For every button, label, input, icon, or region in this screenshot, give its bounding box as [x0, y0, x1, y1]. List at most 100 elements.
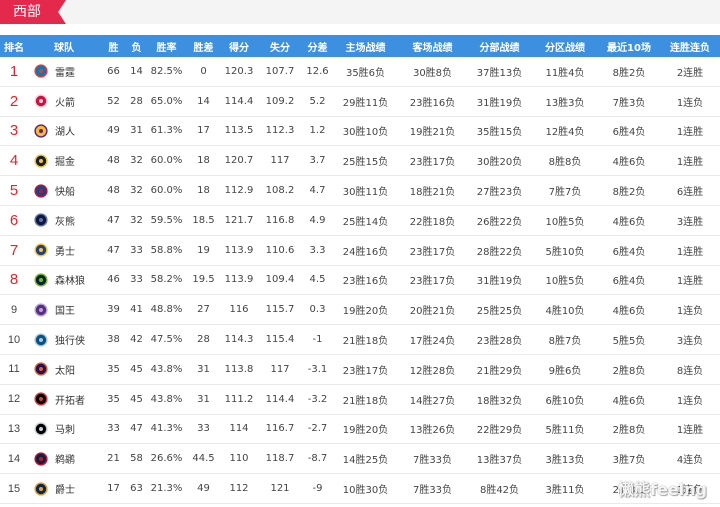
team-cell[interactable]: 勇士: [28, 243, 100, 258]
team-cell[interactable]: 森林狼: [28, 272, 100, 287]
team-name[interactable]: 掘金: [55, 153, 75, 168]
wins-value: 52: [107, 95, 120, 107]
fenqu-record-value: 5胜10负: [545, 246, 585, 258]
games-behind-value: 19: [197, 244, 210, 256]
away-record-value: 13胜26负: [409, 425, 456, 437]
fenqu-record-value: 8胜8负: [548, 157, 582, 169]
team-name[interactable]: 爵士: [55, 481, 75, 496]
team-name[interactable]: 火箭: [55, 94, 75, 109]
losses-value: 28: [130, 95, 143, 107]
games-behind-value: 17: [197, 125, 210, 137]
team-cell[interactable]: 独行侠: [28, 332, 100, 347]
win-pct-value: 82.5%: [150, 65, 183, 77]
team-cell[interactable]: 开拓者: [28, 392, 100, 407]
streak-value: 1连负: [676, 306, 704, 318]
timberwolves-logo-icon: [34, 273, 48, 287]
last-10-value: 5胜5负: [612, 336, 646, 348]
team-name[interactable]: 太阳: [55, 362, 75, 377]
team-cell[interactable]: 掘金: [28, 153, 100, 168]
wins-value: 48: [107, 185, 120, 197]
fenbu-record-value: 13胜37负: [476, 455, 523, 467]
table-header-row: 排名 球队 胜负 胜率 胜差 得分 失分 分差 主场战绩 客场战绩 分部战绩 分区战绩 最近10场 连胜连…: [0, 35, 720, 57]
fenqu-record-value: 9胜6负: [548, 365, 582, 377]
team-cell[interactable]: 马刺: [28, 421, 100, 436]
home-record-value: 24胜16负: [342, 246, 389, 258]
team-name[interactable]: 开拓者: [55, 392, 85, 407]
wins-value: 47: [107, 214, 120, 226]
column-header-away-record: 客场战绩: [412, 42, 453, 54]
points-for-value: 113.8: [224, 363, 254, 375]
wins-value: 47: [107, 244, 120, 256]
games-behind-value: 18: [197, 155, 210, 167]
team-name[interactable]: 马刺: [55, 421, 75, 436]
table-row: 15 爵士 17 63 21.3% 49 112 121 -9 10胜30负 7胜33负 8胜42负 3…: [0, 474, 720, 504]
home-record-value: 30胜11负: [342, 187, 389, 199]
away-record-value: 7胜33负: [412, 485, 453, 497]
rank-number: 8: [9, 271, 19, 289]
team-cell[interactable]: 快船: [28, 183, 100, 198]
clippers-logo-icon: [34, 183, 48, 198]
table-row: 7 勇士 47 33 58.8% 19 113.9 110.6 3.3 24胜16负 23胜17负 2…: [0, 235, 720, 266]
games-behind-value: 49: [197, 483, 210, 495]
away-record-value: 23胜16负: [409, 97, 456, 109]
team-cell[interactable]: 鹈鹕: [28, 451, 100, 466]
team-cell[interactable]: 灰熊: [28, 213, 100, 228]
team-name[interactable]: 独行侠: [55, 332, 85, 347]
kings-logo-icon: [34, 303, 48, 317]
point-diff-value: 3.7: [309, 155, 326, 167]
team-name[interactable]: 湖人: [55, 123, 75, 138]
wins-value: 39: [107, 304, 120, 316]
team-cell[interactable]: 国王: [28, 302, 100, 317]
points-for-value: 114.3: [224, 334, 254, 346]
tab-western-conference[interactable]: 西部: [0, 0, 66, 24]
fenqu-record-value: 7胜7负: [548, 187, 582, 199]
team-cell[interactable]: 爵士: [28, 481, 100, 496]
team-name[interactable]: 灰熊: [55, 213, 75, 228]
win-pct-value: 59.5%: [150, 214, 183, 226]
losses-value: 45: [130, 363, 143, 375]
streak-value: 1连负: [676, 395, 704, 407]
table-row: 11 太阳 35 45 43.8% 31 113.8 117 -3.1 23胜17负 12胜28负 2…: [0, 354, 720, 385]
point-diff-value: 0.3: [309, 304, 326, 316]
fenbu-record-value: 18胜32负: [476, 395, 523, 407]
losses-value: 32: [130, 185, 143, 197]
team-cell[interactable]: 火箭: [28, 94, 100, 109]
fenbu-record-value: 21胜29负: [476, 365, 523, 377]
team-cell[interactable]: 湖人: [28, 123, 100, 138]
team-name[interactable]: 雷霆: [55, 64, 75, 79]
wins-value: 35: [107, 363, 120, 375]
column-header-fenbu-record: 分部战绩: [479, 42, 520, 54]
point-diff-value: -3.1: [307, 363, 328, 375]
home-record-value: 30胜10负: [342, 127, 389, 139]
games-behind-value: 31: [197, 363, 210, 375]
points-against-value: 109.2: [265, 95, 295, 107]
points-for-value: 114: [229, 423, 249, 435]
team-name[interactable]: 勇士: [55, 243, 75, 258]
points-for-value: 112.9: [224, 185, 254, 197]
team-name[interactable]: 鹈鹕: [55, 451, 75, 466]
win-pct-value: 21.3%: [150, 483, 183, 495]
rank-number: 14: [7, 452, 21, 465]
rank-number: 2: [9, 92, 19, 110]
win-pct-value: 47.5%: [150, 334, 183, 346]
streak-value: 1连胜: [676, 246, 704, 258]
grizzlies-logo-icon: [34, 213, 48, 227]
team-name[interactable]: 快船: [55, 183, 75, 198]
games-behind-value: 14: [197, 95, 210, 107]
team-cell[interactable]: 太阳: [28, 362, 100, 377]
point-diff-value: 1.2: [309, 125, 326, 137]
points-against-value: 115.4: [265, 334, 295, 346]
fenqu-record-value: 13胜3负: [545, 97, 585, 109]
away-record-value: 12胜28负: [409, 365, 456, 377]
losses-value: 33: [130, 274, 143, 286]
team-name[interactable]: 森林狼: [55, 272, 85, 287]
standings-table: 排名 球队 胜负 胜率 胜差 得分 失分 分差 主场战绩 客场战绩 分部战绩 分区战绩 最近10场 连胜连…: [0, 35, 720, 504]
fenbu-record-value: 30胜20负: [476, 157, 523, 169]
fenqu-record-value: 3胜13负: [545, 455, 585, 467]
table-row: 6 灰熊 47 32 59.5% 18.5 121.7 116.8 4.9 25胜14负 22胜18…: [0, 205, 720, 236]
team-cell[interactable]: 雷霆: [28, 64, 100, 79]
points-against-value: 112.3: [265, 125, 295, 137]
fenqu-record-value: 10胜5负: [545, 216, 585, 228]
team-name[interactable]: 国王: [55, 302, 75, 317]
home-record-value: 21胜18负: [342, 336, 389, 348]
